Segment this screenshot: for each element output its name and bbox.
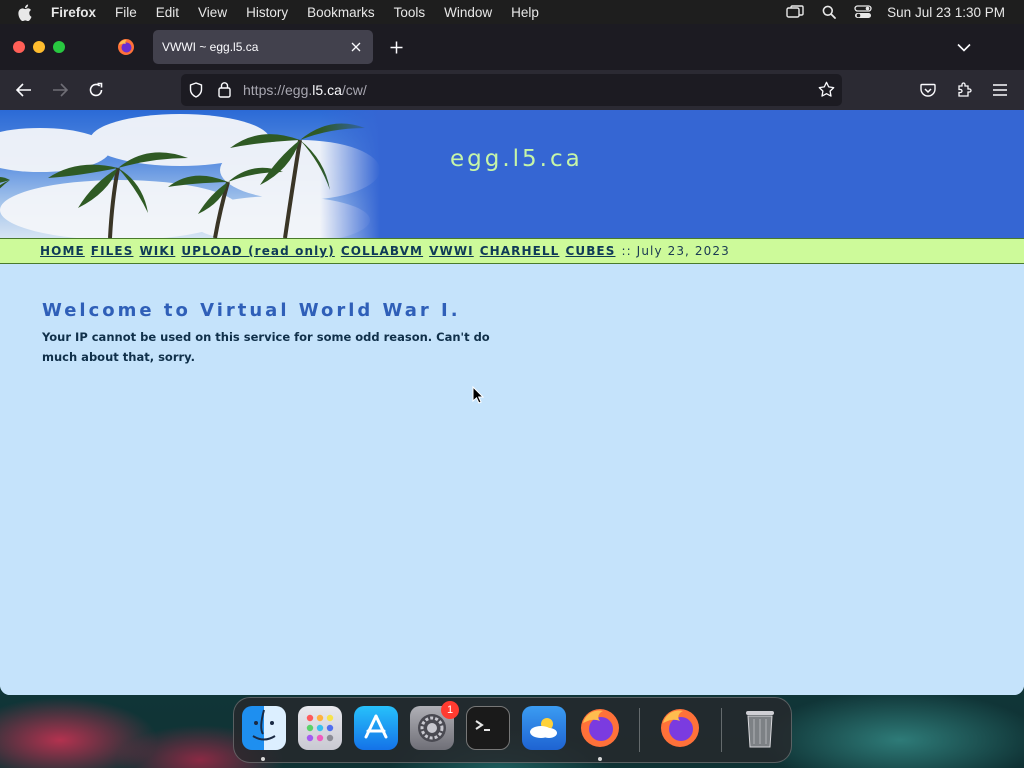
nav-link-files[interactable]: FILES	[91, 244, 134, 258]
forward-arrow-icon[interactable]	[48, 78, 72, 102]
site-banner: egg.l5.ca	[0, 110, 1024, 238]
dock-separator	[639, 708, 640, 752]
spotlight-search-icon[interactable]	[819, 4, 839, 20]
dock: 1	[233, 697, 792, 763]
menu-view[interactable]: View	[198, 5, 227, 20]
tab-bar: VWWI ~ egg.l5.ca	[0, 24, 1024, 70]
palm-trees-banner-image	[0, 110, 380, 238]
nav-link-upload[interactable]: UPLOAD (read only)	[181, 244, 334, 258]
menu-tools[interactable]: Tools	[394, 5, 426, 20]
dock-separator	[721, 708, 722, 752]
weather-icon[interactable]	[522, 706, 566, 750]
menu-history[interactable]: History	[246, 5, 288, 20]
control-center-icon[interactable]	[853, 4, 873, 20]
firefox-minimized-window-icon[interactable]	[658, 706, 702, 750]
bookmark-star-icon[interactable]	[818, 81, 835, 103]
screen-mirroring-icon[interactable]	[785, 4, 805, 20]
ip-error-message: Your IP cannot be used on this service f…	[42, 330, 490, 364]
page-content: egg.l5.ca HOME FILES WIKI UPLOAD (read o…	[0, 110, 1024, 695]
finder-running-indicator	[261, 757, 265, 761]
site-navigation: HOME FILES WIKI UPLOAD (read only) COLLA…	[0, 238, 1024, 264]
window-close-button[interactable]	[13, 41, 25, 53]
menu-bar-clock[interactable]: Sun Jul 23 1:30 PM	[887, 5, 1005, 20]
navigation-toolbar: https://egg.l5.ca/cw/	[0, 70, 1024, 110]
menu-bookmarks[interactable]: Bookmarks	[307, 5, 375, 20]
menu-bar: Firefox File Edit View History Bookmarks…	[0, 0, 1024, 24]
menu-edit[interactable]: Edit	[156, 5, 179, 20]
nav-date: :: July 23, 2023	[621, 244, 730, 258]
back-arrow-icon[interactable]	[12, 78, 36, 102]
tab-active[interactable]: VWWI ~ egg.l5.ca	[153, 30, 373, 64]
padlock-icon[interactable]	[218, 81, 231, 103]
menu-file[interactable]: File	[115, 5, 137, 20]
page-heading: Welcome to Virtual World War I.	[42, 300, 461, 321]
reload-icon[interactable]	[84, 78, 108, 102]
menu-firefox[interactable]: Firefox	[51, 5, 96, 20]
firefox-running-indicator	[598, 757, 602, 761]
nav-link-cubes[interactable]: CUBES	[565, 244, 615, 258]
nav-link-vwwi[interactable]: VWWI	[429, 244, 474, 258]
apple-menu-icon[interactable]	[17, 4, 35, 21]
tab-list-chevron-icon[interactable]	[953, 36, 975, 58]
menu-window[interactable]: Window	[444, 5, 492, 20]
window-minimize-button[interactable]	[33, 41, 45, 53]
trash-icon[interactable]	[738, 706, 782, 750]
extensions-puzzle-icon[interactable]	[952, 78, 976, 102]
nav-link-charhell[interactable]: CHARHELL	[480, 244, 560, 258]
system-settings-icon[interactable]: 1	[410, 701, 459, 750]
finder-icon[interactable]	[242, 706, 286, 750]
menu-help[interactable]: Help	[511, 5, 539, 20]
site-title: egg.l5.ca	[450, 146, 583, 172]
launchpad-icon[interactable]	[298, 706, 342, 750]
pocket-icon[interactable]	[916, 78, 940, 102]
tracking-protection-shield-icon[interactable]	[189, 82, 203, 103]
firefox-window: VWWI ~ egg.l5.ca https://egg.l5.ca/cw/ e…	[0, 24, 1024, 695]
firefox-dock-icon[interactable]	[578, 706, 622, 750]
tab-close-icon[interactable]	[345, 36, 367, 58]
app-store-icon[interactable]	[354, 706, 398, 750]
tab-title: VWWI ~ egg.l5.ca	[162, 40, 259, 54]
url-text[interactable]: https://egg.l5.ca/cw/	[243, 82, 367, 98]
mouse-pointer-icon	[472, 385, 485, 409]
nav-link-home[interactable]: HOME	[40, 244, 85, 258]
nav-link-wiki[interactable]: WIKI	[139, 244, 175, 258]
url-bar[interactable]: https://egg.l5.ca/cw/	[181, 74, 842, 106]
app-menu-hamburger-icon[interactable]	[988, 78, 1012, 102]
window-zoom-button[interactable]	[53, 41, 65, 53]
terminal-icon[interactable]	[466, 706, 510, 750]
nav-link-collabvm[interactable]: COLLABVM	[341, 244, 423, 258]
system-settings-badge: 1	[441, 701, 459, 719]
pinned-tab-firefox-icon[interactable]	[112, 34, 140, 60]
new-tab-plus-icon[interactable]	[385, 36, 407, 58]
